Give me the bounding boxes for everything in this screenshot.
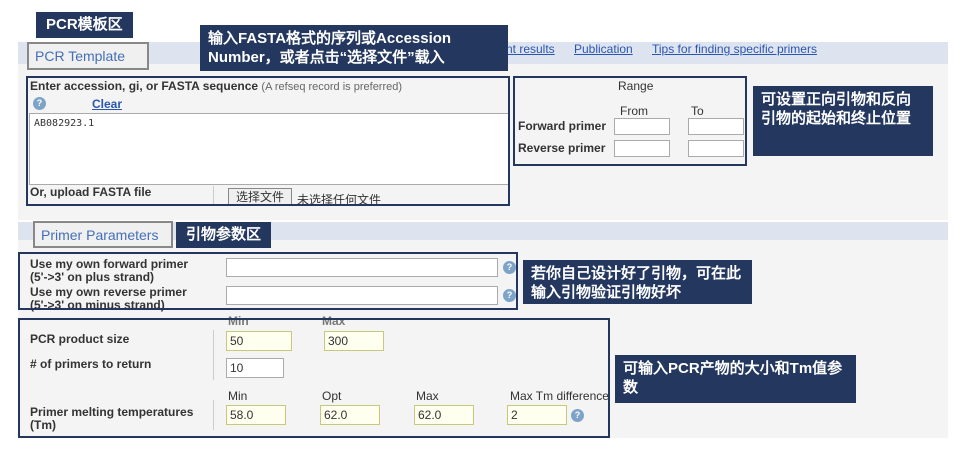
publication-link[interactable]: Publication	[574, 42, 633, 56]
range-outline	[513, 76, 747, 166]
template-callout-text: 输入FASTA格式的序列或Accession Number，或者点击“选择文件”…	[208, 30, 452, 66]
own-primer-outline	[18, 252, 518, 310]
primer-param-area-label: 引物参数区	[176, 222, 272, 248]
own-primer-callout: 若你自己设计好了引物，可在此输入引物验证引物好坏	[523, 260, 752, 304]
range-callout-text: 可设置正向引物和反向引物的起始和终止位置	[761, 91, 912, 127]
tab-primer-parameters[interactable]: Primer Parameters	[33, 221, 173, 248]
own-primer-callout-text: 若你自己设计好了引物，可在此输入引物验证引物好坏	[531, 265, 742, 301]
product-callout: 可输入PCR产物的大小和Tm值参数	[615, 355, 856, 403]
range-callout: 可设置正向引物和反向引物的起始和终止位置	[753, 86, 933, 156]
tips-link[interactable]: Tips for finding specific primers	[652, 42, 817, 56]
template-callout: 输入FASTA格式的序列或Accession Number，或者点击“选择文件”…	[200, 25, 508, 71]
tab-pcr-template[interactable]: PCR Template	[27, 42, 149, 70]
results-link[interactable]: nt results	[506, 42, 555, 56]
product-callout-text: 可输入PCR产物的大小和Tm值参数	[623, 360, 843, 396]
pcr-template-area-label: PCR模板区	[36, 12, 133, 38]
product-outline	[18, 318, 610, 438]
template-outline	[26, 76, 510, 206]
